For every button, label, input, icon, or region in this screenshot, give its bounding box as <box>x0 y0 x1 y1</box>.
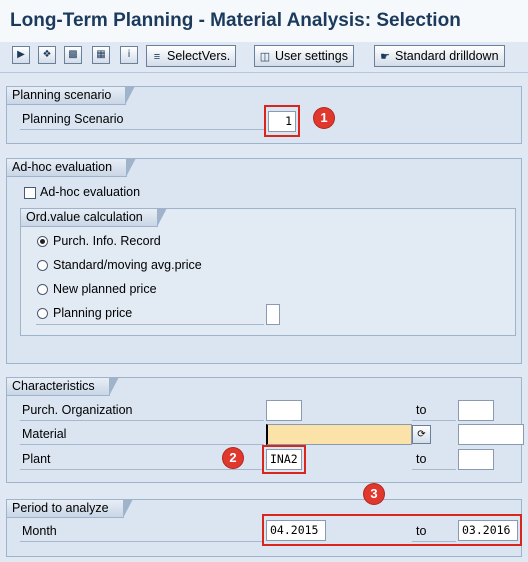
radio-purch-info-record-label: Purch. Info. Record <box>53 234 161 248</box>
plant-label: Plant <box>22 452 51 466</box>
purch-organization-from-input[interactable] <box>266 400 302 421</box>
radio-standard-moving-avg-price[interactable] <box>37 260 48 271</box>
callout-badge-2: 2 <box>223 448 243 468</box>
standard-drilldown-button[interactable]: ☛ Standard drilldown <box>374 45 505 67</box>
planning-scenario-group-title: Planning scenario <box>6 86 136 105</box>
characteristics-group-title: Characteristics <box>6 377 119 396</box>
purch-organization-label: Purch. Organization <box>22 403 133 417</box>
callout-badge-3: 3 <box>364 484 384 504</box>
material-value-help-icon[interactable]: ⟳ <box>412 425 431 444</box>
material-label: Material <box>22 427 67 441</box>
adhoc-evaluation-group-title: Ad-hoc evaluation <box>6 158 137 177</box>
user-settings-icon: ◫ <box>259 51 271 63</box>
application-toolbar: ▶ ❖ ▩ ▦ i ≡ SelectVers. ◫ User settings ☛ S… <box>0 42 528 73</box>
radio-new-planned-price[interactable] <box>37 284 48 295</box>
planning-scenario-underline <box>20 129 264 130</box>
purch-organization-to-input[interactable] <box>458 400 494 421</box>
material-to-input[interactable] <box>458 424 524 445</box>
period-to-analyze-group-title: Period to analyze <box>6 499 133 518</box>
user-settings-button[interactable]: ◫ User settings <box>254 45 354 67</box>
purch-organization-to-label: to <box>416 403 427 417</box>
info-icon[interactable]: i <box>120 46 138 64</box>
plant-to-input[interactable] <box>458 449 494 470</box>
adhoc-evaluation-checkbox-label: Ad-hoc evaluation <box>40 185 141 199</box>
plant-to-underline <box>412 469 456 470</box>
select-versions-button[interactable]: ≡ SelectVers. <box>146 45 237 67</box>
material-underline <box>20 444 264 445</box>
month-underline <box>20 541 264 542</box>
radio-purch-info-record[interactable] <box>37 236 48 247</box>
adhoc-evaluation-checkbox[interactable] <box>24 187 36 199</box>
highlight-box-2 <box>262 445 306 474</box>
month-label: Month <box>22 524 57 538</box>
planning-price-input[interactable] <box>266 304 280 325</box>
material-from-input[interactable] <box>266 424 412 445</box>
purch-organization-to-underline <box>412 420 456 421</box>
purch-organization-underline <box>20 420 264 421</box>
ordvalue-calculation-group-title: Ord.value calculation <box>20 208 167 227</box>
execute-icon[interactable]: ▶ <box>12 46 30 64</box>
get-variant-icon[interactable]: ▦ <box>92 46 110 64</box>
planning-price-underline <box>36 324 264 325</box>
callout-badge-1: 1 <box>314 108 334 128</box>
radio-standard-moving-avg-price-label: Standard/moving avg.price <box>53 258 202 272</box>
plant-underline <box>20 469 264 470</box>
drilldown-icon: ☛ <box>380 51 390 63</box>
planning-scenario-label: Planning Scenario <box>22 112 124 126</box>
select-versions-icon: ≡ <box>153 51 161 63</box>
plant-to-label: to <box>416 452 427 466</box>
save-variant-icon[interactable]: ▩ <box>64 46 82 64</box>
radio-planning-price-label: Planning price <box>53 306 133 320</box>
highlight-box-1 <box>264 105 300 137</box>
page-title: Long-Term Planning - Material Analysis: … <box>0 0 528 42</box>
radio-new-planned-price-label: New planned price <box>53 282 157 296</box>
execute-print-icon[interactable]: ❖ <box>38 46 56 64</box>
radio-planning-price[interactable] <box>37 308 48 319</box>
highlight-box-3 <box>262 514 522 546</box>
